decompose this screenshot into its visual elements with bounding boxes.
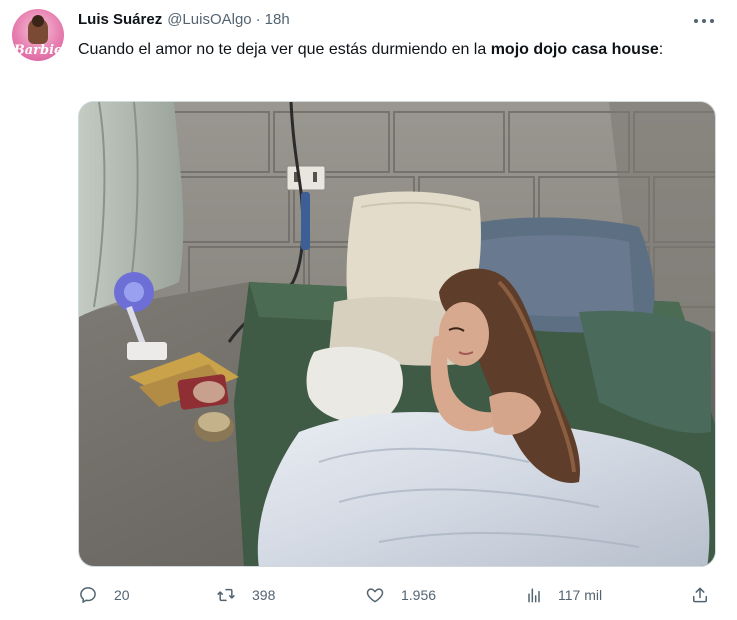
avatar-brand-logo: Barbie	[13, 43, 63, 58]
share-button[interactable]	[690, 578, 710, 612]
views-button[interactable]: 117 mil	[524, 578, 602, 612]
photo-illustration	[79, 102, 715, 566]
retweet-button[interactable]: 398	[216, 578, 275, 612]
tweet-text-end: :	[658, 41, 664, 58]
retweet-icon	[217, 588, 235, 602]
retweet-count: 398	[252, 587, 276, 603]
heart-icon	[366, 588, 384, 603]
more-horizontal-icon[interactable]	[694, 12, 714, 30]
tweet-time[interactable]: 18h	[265, 11, 290, 28]
author-name[interactable]: Luis Suárez	[78, 11, 162, 28]
tweet: Barbie Luis Suárez @LuisOAlgo · 18h Cuan…	[0, 0, 737, 620]
reply-button[interactable]: 20	[78, 578, 130, 612]
tweet-text-bold: mojo dojo casa house	[490, 41, 659, 58]
separator-dot: ·	[255, 11, 261, 28]
share-icon	[693, 587, 707, 603]
action-bar: 20 398 1.956 117 mil	[78, 578, 716, 612]
avatar[interactable]: Barbie	[12, 9, 64, 61]
like-count: 1.956	[401, 587, 437, 603]
reply-count: 20	[114, 587, 130, 603]
views-bar-chart-icon	[528, 588, 540, 603]
like-button[interactable]: 1.956	[365, 578, 436, 612]
tweet-text: Cuando el amor no te deja ver que estás …	[78, 38, 718, 61]
reply-icon	[80, 587, 96, 603]
tweet-text-plain: Cuando el amor no te deja ver que estás …	[78, 41, 491, 58]
tweet-header: Luis Suárez @LuisOAlgo · 18h	[78, 11, 290, 28]
tweet-photo[interactable]	[78, 101, 716, 567]
views-count: 117 mil	[558, 587, 603, 603]
author-handle[interactable]: @LuisOAlgo	[167, 11, 251, 28]
avatar-head	[32, 15, 44, 27]
